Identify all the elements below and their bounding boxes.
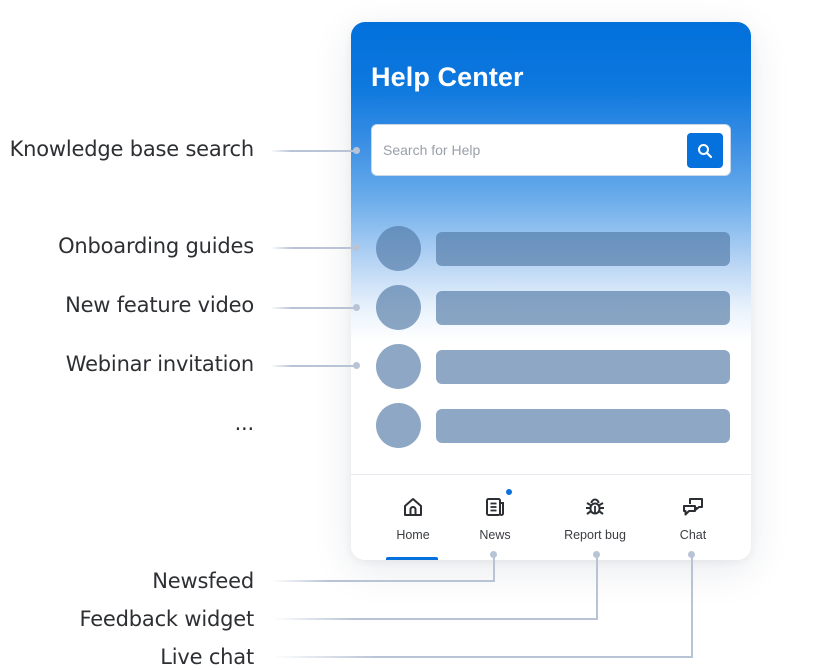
list-item-thumbnail — [376, 344, 421, 389]
list-item-text-placeholder — [436, 291, 730, 325]
nav-tab-home[interactable]: Home — [379, 475, 447, 560]
list-item-text-placeholder — [436, 409, 730, 443]
connector-feature-video — [270, 307, 356, 309]
connector-dot — [353, 147, 360, 154]
bottom-nav: Home News Report bug Chat — [351, 474, 751, 560]
chat-icon — [681, 495, 705, 519]
nav-tab-report-bug[interactable]: Report bug — [551, 475, 639, 560]
annotation-knowledge-base-search: Knowledge base search — [9, 137, 255, 161]
annotation-onboarding-guides: Onboarding guides — [58, 234, 254, 258]
list-item-thumbnail — [376, 285, 421, 330]
connector-dot — [353, 362, 360, 369]
search-button[interactable] — [687, 133, 723, 168]
list-item[interactable] — [376, 403, 731, 448]
connector-newsfeed-vertical — [493, 555, 495, 581]
annotation-feedback-widget: Feedback widget — [79, 607, 254, 631]
newspaper-icon — [483, 489, 512, 519]
search-icon — [698, 143, 713, 158]
home-icon — [401, 495, 425, 519]
nav-label: Report bug — [564, 528, 626, 542]
list-item-text-placeholder — [436, 232, 730, 266]
help-center-widget: Help Center Search for Help Home News Re… — [351, 22, 751, 560]
search-box — [371, 124, 731, 176]
news-badge-dot — [506, 489, 512, 495]
list-item[interactable] — [376, 285, 731, 330]
connector-live-chat-vertical — [691, 555, 693, 657]
nav-label: Home — [396, 528, 430, 542]
annotation-newsfeed: Newsfeed — [152, 569, 254, 593]
list-item-thumbnail — [376, 226, 421, 271]
list-item[interactable] — [376, 344, 731, 389]
nav-label: News — [479, 528, 511, 542]
connector-dot — [353, 304, 360, 311]
connector-feedback-vertical — [596, 555, 598, 619]
nav-tab-chat[interactable]: Chat — [659, 475, 727, 560]
annotation-more: ... — [234, 411, 255, 435]
connector-dot — [353, 244, 360, 251]
nav-label: Chat — [679, 528, 707, 542]
active-tab-indicator — [386, 557, 438, 560]
bug-icon — [583, 495, 607, 519]
connector-feedback — [272, 618, 598, 620]
list-item-text-placeholder — [436, 350, 730, 384]
connector-onboarding — [270, 247, 356, 249]
list-item[interactable] — [376, 226, 731, 271]
annotation-new-feature-video: New feature video — [65, 293, 254, 317]
widget-title: Help Center — [371, 62, 524, 92]
search-input[interactable] — [383, 125, 673, 175]
connector-newsfeed — [272, 580, 495, 582]
connector-webinar — [270, 365, 356, 367]
list-item-thumbnail — [376, 403, 421, 448]
nav-tab-news[interactable]: News — [461, 475, 529, 560]
annotation-webinar-invitation: Webinar invitation — [65, 352, 254, 376]
connector-live-chat — [272, 656, 693, 658]
annotation-live-chat: Live chat — [160, 645, 254, 669]
connector-search — [270, 150, 356, 152]
